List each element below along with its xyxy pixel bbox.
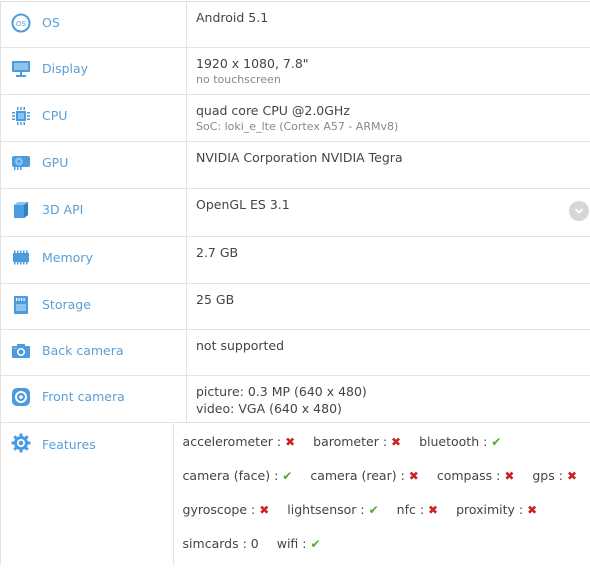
sd-card-icon — [10, 294, 32, 316]
feature-item: lightsensor : ✔ — [287, 502, 379, 517]
svg-text:OS: OS — [16, 20, 27, 28]
row-subvalue: SoC: loki_e_lte (Cortex A57 - ARMv8) — [196, 120, 399, 133]
row-value: OpenGL ES 3.1 — [196, 197, 290, 212]
features-line: accelerometer : ✖ barometer : ✖ bluetoot… — [183, 433, 590, 467]
feature-item: wifi : ✔ — [276, 536, 321, 551]
row-subvalue: no touchscreen — [196, 73, 281, 86]
feature-item: nfc : ✖ — [396, 502, 439, 517]
row-label: Memory — [42, 250, 93, 265]
cross-icon: ✖ — [428, 503, 439, 517]
cpu-chip-icon — [10, 105, 32, 127]
row-gpu: GPU NVIDIA Corporation NVIDIA Tegra — [1, 142, 590, 189]
row-display: Display 1920 x 1080, 7.8" no touchscreen — [1, 48, 590, 95]
row-subvalue: video: VGA (640 x 480) — [196, 401, 342, 416]
row-value: NVIDIA Corporation NVIDIA Tegra — [196, 150, 403, 165]
row-label: Storage — [42, 297, 91, 312]
memory-module-icon — [10, 247, 32, 269]
os-icon: OS — [10, 12, 32, 34]
row-back-camera: Back camera not supported — [1, 330, 590, 376]
chevron-down-icon[interactable] — [569, 201, 589, 221]
check-icon: ✔ — [310, 537, 321, 551]
cross-icon: ✖ — [408, 469, 419, 483]
row-memory: Memory 2.7 GB — [1, 237, 590, 284]
check-icon: ✔ — [282, 469, 293, 483]
features-list: accelerometer : ✖ barometer : ✖ bluetoot… — [174, 423, 590, 565]
row-value: not supported — [196, 338, 285, 353]
row-value: Android 5.1 — [196, 10, 269, 25]
row-label: Features — [42, 437, 96, 452]
row-os: OS OS Android 5.1 — [1, 2, 590, 48]
feature-item: camera (rear) : ✖ — [310, 468, 419, 483]
row-label: 3D API — [42, 202, 84, 217]
row-value: 25 GB — [196, 292, 235, 307]
row-cpu: CPU quad core CPU @2.0GHz SoC: loki_e_lt… — [1, 95, 590, 142]
cross-icon: ✖ — [566, 469, 577, 483]
simcards-count: 0 — [250, 536, 259, 551]
feature-item: camera (face) : ✔ — [182, 468, 293, 483]
cross-icon: ✖ — [527, 503, 538, 517]
row-3d-api: 3D API OpenGL ES 3.1 — [1, 189, 590, 237]
camera-icon — [10, 340, 32, 362]
cube-icon — [10, 199, 32, 221]
feature-item: gps : ✖ — [532, 468, 577, 483]
feature-item: gyroscope : ✖ — [182, 502, 270, 517]
cross-icon: ✖ — [504, 469, 515, 483]
row-storage: Storage 25 GB — [1, 284, 590, 330]
feature-item: compass : ✖ — [436, 468, 515, 483]
graphics-card-icon — [10, 152, 32, 174]
row-value: quad core CPU @2.0GHz — [196, 103, 350, 118]
check-icon: ✔ — [491, 435, 502, 449]
monitor-icon — [10, 58, 32, 80]
feature-item: proximity : ✖ — [456, 502, 538, 517]
row-value: picture: 0.3 MP (640 x 480) — [196, 384, 367, 399]
row-front-camera: Front camera picture: 0.3 MP (640 x 480)… — [1, 376, 590, 423]
row-label: Display — [42, 61, 89, 76]
cross-icon: ✖ — [391, 435, 402, 449]
features-line: gyroscope : ✖ lightsensor : ✔ nfc : ✖ pr… — [183, 501, 590, 535]
row-features: Features accelerometer : ✖ barometer : ✖… — [1, 423, 590, 565]
gear-icon — [10, 432, 32, 454]
check-icon: ✔ — [368, 503, 379, 517]
feature-item: accelerometer : ✖ — [182, 434, 296, 449]
device-spec-table: OS OS Android 5.1 Display 1920 x 1080, 7… — [0, 1, 590, 565]
front-camera-icon — [10, 386, 32, 408]
feature-item: simcards : 0 — [182, 536, 259, 551]
row-label: CPU — [42, 108, 68, 123]
feature-item: bluetooth : ✔ — [419, 434, 502, 449]
row-label: Front camera — [42, 389, 125, 404]
row-value: 2.7 GB — [196, 245, 239, 260]
row-value: 1920 x 1080, 7.8" — [196, 56, 309, 71]
row-label: GPU — [42, 155, 69, 170]
row-label: OS — [42, 15, 60, 30]
features-line: camera (face) : ✔ camera (rear) : ✖ comp… — [183, 467, 590, 501]
row-label: Back camera — [42, 343, 124, 358]
cross-icon: ✖ — [259, 503, 270, 517]
feature-item: barometer : ✖ — [313, 434, 402, 449]
cross-icon: ✖ — [285, 435, 296, 449]
